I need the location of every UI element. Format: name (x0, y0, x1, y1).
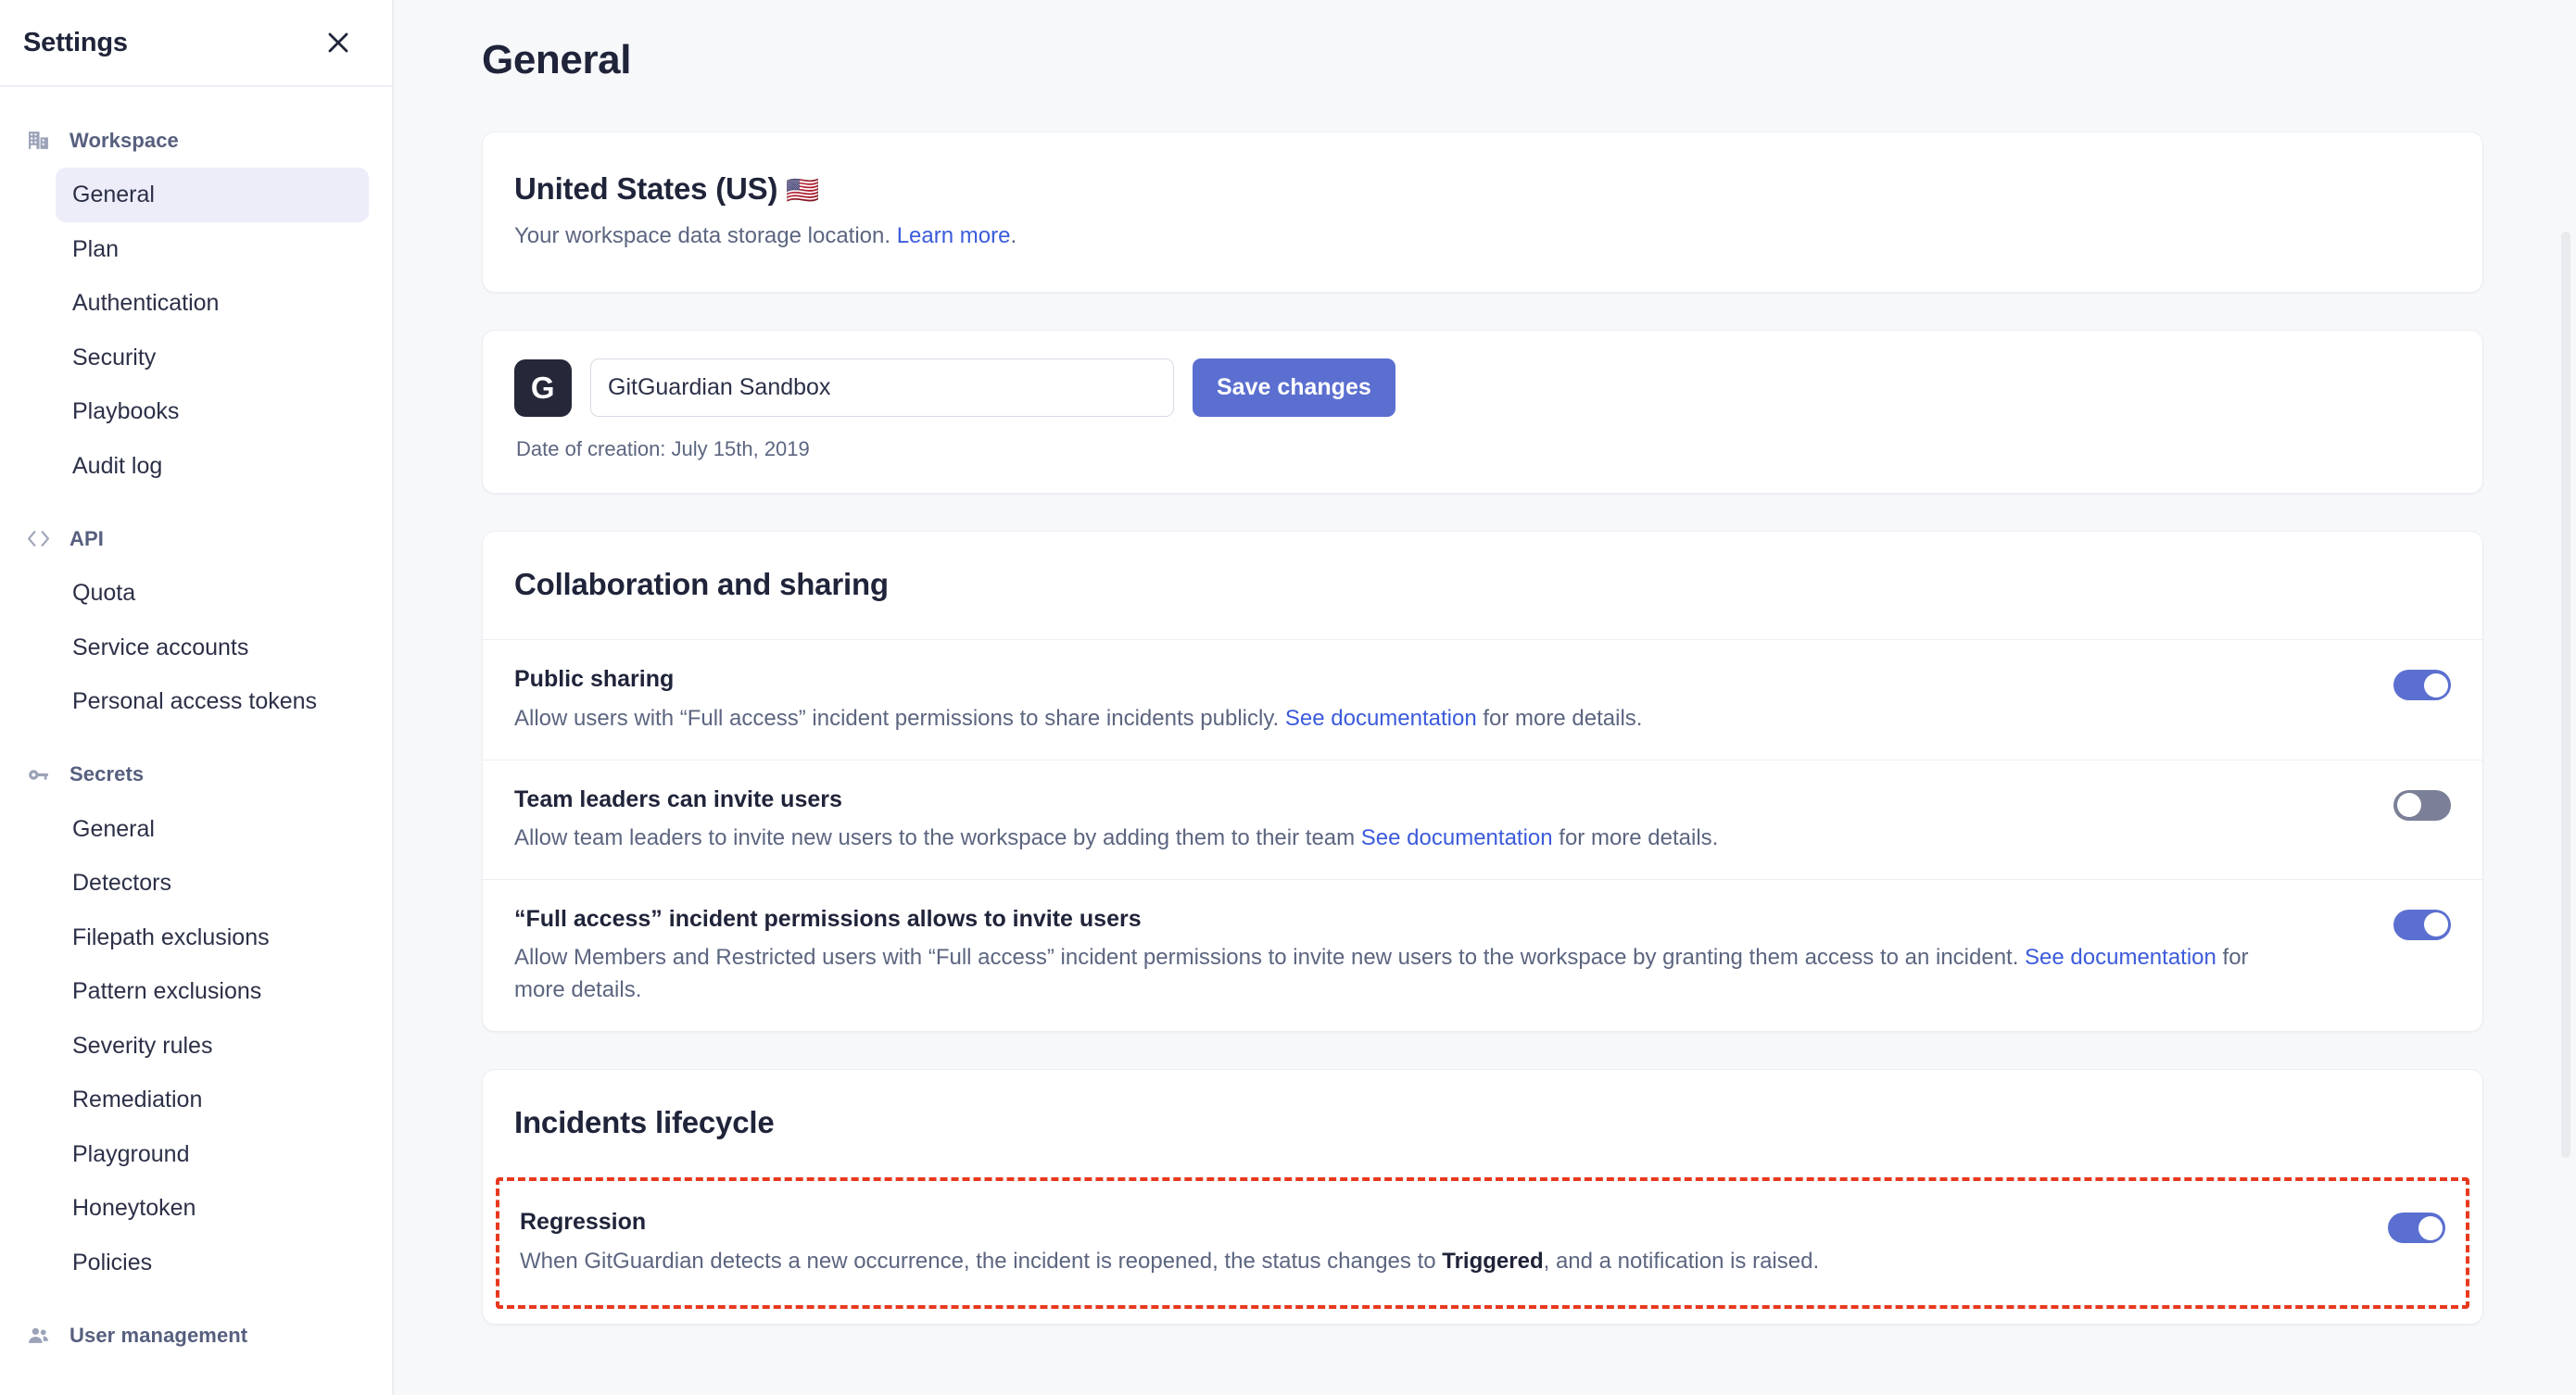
setting-description: Allow Members and Restricted users with … (514, 942, 2275, 1007)
setting-row-regression: Regression When GitGuardian detects a ne… (499, 1181, 2466, 1305)
toggle-knob (2396, 793, 2421, 818)
workspace-name-card: G Save changes Date of creation: July 15… (482, 330, 2483, 495)
region-description-prefix: Your workspace data storage location. (514, 223, 897, 248)
setting-text: Public sharing Allow users with “Full ac… (514, 664, 2356, 735)
sidebar-item-filepath-exclusions[interactable]: Filepath exclusions (56, 911, 369, 965)
nav-group-label: User management (69, 1323, 248, 1347)
main-content: General United States (US) 🇺🇸 Your works… (394, 0, 2576, 1395)
setting-description: Allow users with “Full access” incident … (514, 703, 2275, 735)
nav-group-workspace: Workspace (0, 115, 392, 166)
setting-name: Regression (520, 1209, 647, 1236)
key-icon (26, 762, 51, 787)
sidebar-item-playground[interactable]: Playground (56, 1127, 369, 1182)
toggle-regression[interactable] (2388, 1213, 2445, 1244)
page-title: General (482, 37, 632, 82)
settings-sidebar: Settings Workspace General Plan Authenti… (0, 0, 394, 1395)
sidebar-item-quota[interactable]: Quota (56, 566, 369, 621)
toggle-public-sharing[interactable] (2393, 670, 2451, 701)
workspace-name-input[interactable] (590, 358, 1174, 418)
sidebar-item-remediation[interactable]: Remediation (56, 1073, 369, 1127)
desc-suffix: for more details. (1552, 825, 1719, 851)
setting-name: “Full access” incident permissions allow… (514, 905, 1142, 932)
toggle-team-leaders-invite[interactable] (2393, 789, 2451, 821)
workspace-creation-date: Date of creation: July 15th, 2019 (516, 437, 810, 461)
desc-bold-triggered: Triggered (1442, 1248, 1544, 1274)
main-scrollbar[interactable] (2561, 232, 2570, 1158)
sidebar-header: Settings (0, 0, 392, 87)
setting-name: Team leaders can invite users (514, 785, 842, 812)
incidents-lifecycle-card: Incidents lifecycle Regression When GitG… (482, 1069, 2483, 1326)
sidebar-item-audit-log[interactable]: Audit log (56, 439, 369, 494)
setting-row-full-access-invite: “Full access” incident permissions allow… (483, 878, 2482, 1031)
desc-prefix: Allow team leaders to invite new users t… (514, 825, 1361, 851)
sidebar-item-security[interactable]: Security (56, 331, 369, 385)
setting-text: Team leaders can invite users Allow team… (514, 785, 2356, 855)
save-changes-button[interactable]: Save changes (1193, 358, 1395, 418)
code-brackets-icon (26, 526, 51, 551)
sidebar-item-workspace-general[interactable]: General (56, 168, 369, 222)
setting-text: Regression When GitGuardian detects a ne… (520, 1207, 2351, 1277)
sidebar-nav: Workspace General Plan Authentication Se… (0, 87, 392, 1395)
see-documentation-link[interactable]: See documentation (1361, 825, 1553, 850)
see-documentation-link[interactable]: See documentation (2025, 945, 2216, 970)
desc-suffix: , and a notification is raised. (1543, 1248, 1820, 1274)
sidebar-item-severity-rules[interactable]: Severity rules (56, 1019, 369, 1074)
nav-group-label: Workspace (69, 128, 179, 152)
nav-group-secrets: Secrets (0, 749, 392, 800)
close-settings-button[interactable] (318, 22, 359, 63)
region-description: Your workspace data storage location. Le… (514, 221, 2447, 251)
setting-row-public-sharing: Public sharing Allow users with “Full ac… (483, 639, 2482, 759)
sidebar-item-personal-access-tokens[interactable]: Personal access tokens (56, 674, 369, 729)
toggle-full-access-invite[interactable] (2393, 909, 2451, 940)
settings-page: Settings Workspace General Plan Authenti… (0, 0, 2576, 1395)
setting-description: Allow team leaders to invite new users t… (514, 823, 2275, 855)
collaboration-card: Collaboration and sharing Public sharing… (482, 531, 2483, 1033)
regression-highlight-box: Regression When GitGuardian detects a ne… (496, 1177, 2469, 1310)
sidebar-item-playbooks[interactable]: Playbooks (56, 384, 369, 439)
desc-suffix: for more details. (1476, 705, 1643, 731)
setting-name: Public sharing (514, 666, 675, 693)
users-icon (26, 1323, 51, 1348)
sidebar-item-service-accounts[interactable]: Service accounts (56, 621, 369, 675)
desc-prefix: When GitGuardian detects a new occurrenc… (520, 1248, 1443, 1274)
desc-prefix: Allow users with “Full access” incident … (514, 705, 1285, 731)
nav-group-label: Secrets (69, 762, 145, 785)
toggle-knob (2423, 912, 2448, 937)
sidebar-item-plan[interactable]: Plan (56, 222, 369, 277)
nav-group-label: API (69, 526, 104, 550)
sidebar-item-honeytoken[interactable]: Honeytoken (56, 1181, 369, 1236)
setting-description: When GitGuardian detects a new occurrenc… (520, 1246, 2280, 1278)
sidebar-item-detectors[interactable]: Detectors (56, 856, 369, 911)
nav-group-api: API (0, 513, 392, 564)
sidebar-item-authentication[interactable]: Authentication (56, 276, 369, 331)
collaboration-title: Collaboration and sharing (514, 567, 889, 602)
toggle-knob (2423, 672, 2448, 698)
close-icon (326, 31, 350, 55)
sidebar-item-pattern-exclusions[interactable]: Pattern exclusions (56, 964, 369, 1019)
incidents-lifecycle-title: Incidents lifecycle (514, 1105, 775, 1140)
setting-row-team-leaders-invite: Team leaders can invite users Allow team… (483, 759, 2482, 879)
sidebar-title: Settings (23, 27, 128, 57)
workspace-logo[interactable]: G (514, 358, 572, 417)
region-description-suffix: . (1010, 223, 1017, 248)
workspace-name-row: G Save changes (514, 358, 2451, 418)
toggle-knob (2418, 1215, 2443, 1240)
sidebar-item-secrets-general[interactable]: General (56, 802, 369, 857)
sidebar-item-policies[interactable]: Policies (56, 1236, 369, 1290)
learn-more-link[interactable]: Learn more (897, 223, 1011, 248)
desc-prefix: Allow Members and Restricted users with … (514, 945, 2026, 971)
nav-group-user-management: User management (0, 1310, 392, 1361)
region-title: United States (US) 🇺🇸 (514, 171, 2447, 207)
us-flag-icon: 🇺🇸 (786, 176, 820, 206)
setting-text: “Full access” incident permissions allow… (514, 904, 2356, 1007)
building-icon (26, 128, 51, 153)
see-documentation-link[interactable]: See documentation (1285, 706, 1477, 731)
region-title-text: United States (US) (514, 171, 778, 206)
region-card: United States (US) 🇺🇸 Your workspace dat… (482, 132, 2483, 294)
